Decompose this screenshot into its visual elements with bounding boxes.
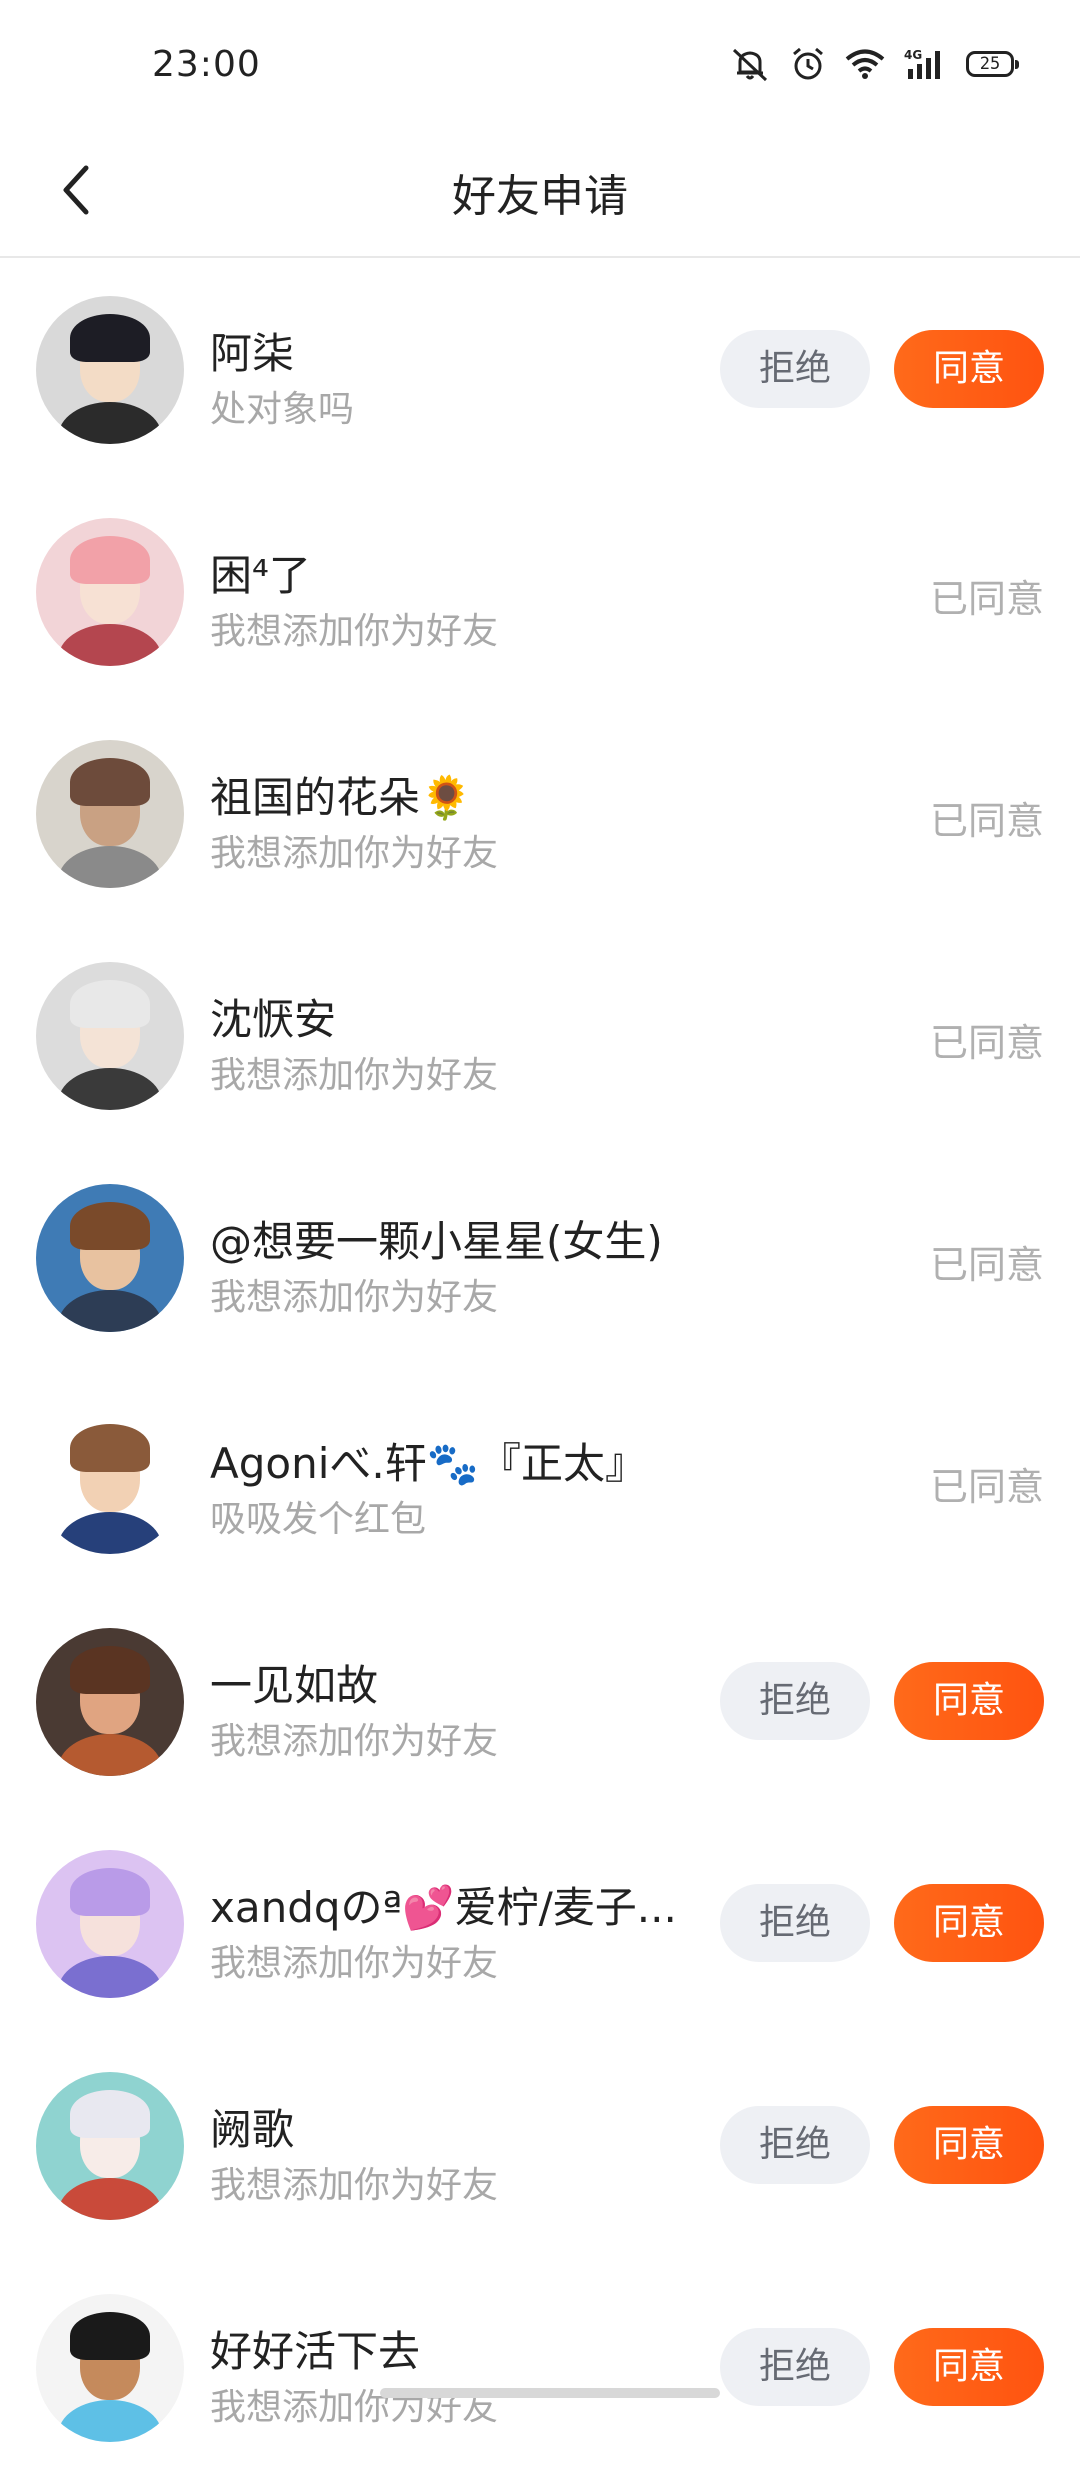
request-message: 我想添加你为好友 (210, 833, 499, 874)
reject-button[interactable]: 拒绝 (720, 330, 870, 408)
requester-name: 阿柒 (210, 329, 295, 378)
mute-bell-icon (728, 46, 772, 82)
page-title: 好友申请 (452, 171, 628, 222)
svg-text:4G: 4G (904, 48, 922, 62)
avatar[interactable] (36, 740, 184, 888)
request-message: 我想添加你为好友 (210, 1721, 499, 1762)
request-message: 吸吸发个红包 (210, 1499, 427, 1540)
requester-name: 阙歌 (210, 2105, 295, 2154)
accepted-status: 已同意 (929, 1021, 1044, 1065)
friend-request-row[interactable]: xandqのª💕爱柠/麦子... 我想添加你为好友 拒绝 同意 (0, 1812, 1080, 2034)
requester-name: 沈恹安 (210, 995, 337, 1044)
accept-button[interactable]: 同意 (894, 330, 1044, 408)
friend-request-row[interactable]: 阿柒处对象吗 拒绝 同意 (0, 258, 1080, 480)
requester-name: 好好活下去 (210, 2327, 421, 2376)
avatar[interactable] (36, 1406, 184, 1554)
alarm-icon (790, 46, 826, 82)
reject-button[interactable]: 拒绝 (720, 1662, 870, 1740)
request-message: 我想添加你为好友 (210, 2165, 499, 2206)
reject-button[interactable]: 拒绝 (720, 2106, 870, 2184)
friend-request-row[interactable]: 一见如故我想添加你为好友 拒绝 同意 (0, 1590, 1080, 1812)
status-bar: 23:00 4G 25 (0, 0, 1080, 130)
requester-name: Agoniべ.轩🐾『正太』 (210, 1439, 648, 1488)
accept-button[interactable]: 同意 (894, 1662, 1044, 1740)
accept-button[interactable]: 同意 (894, 1884, 1044, 1962)
friend-request-row[interactable]: 好好活下去我想添加你为好友 拒绝 同意 (0, 2256, 1080, 2478)
reject-button[interactable]: 拒绝 (720, 1884, 870, 1962)
requester-name: @想要一颗小星星(女生) (210, 1217, 663, 1266)
request-message: 我想添加你为好友 (210, 1943, 499, 1984)
avatar[interactable] (36, 518, 184, 666)
avatar[interactable] (36, 2072, 184, 2220)
avatar[interactable] (36, 1850, 184, 1998)
accept-button[interactable]: 同意 (894, 2328, 1044, 2406)
battery-icon: 25 (966, 51, 1019, 77)
request-message: 我想添加你为好友 (210, 1277, 499, 1318)
requester-name: xandqのª💕爱柠/麦子... (210, 1883, 677, 1932)
accepted-status: 已同意 (929, 577, 1044, 621)
friend-request-row[interactable]: 祖国的花朵🌻 我想添加你为好友 已同意 (0, 702, 1080, 924)
accepted-status: 已同意 (929, 1243, 1044, 1287)
friend-request-list: 阿柒 处对象吗 拒绝 同意 困⁴了 我想添加你为好友 已同意 祖国的花朵🌻 我想添加你为好友 已同… (0, 258, 1080, 2478)
request-message: 处对象吗 (210, 389, 355, 430)
friend-request-row[interactable]: 阙歌我想添加你为好友 拒绝 同意 (0, 2034, 1080, 2256)
status-icons: 4G 25 (728, 46, 1019, 82)
avatar[interactable] (36, 1184, 184, 1332)
home-indicator[interactable] (380, 2388, 720, 2398)
avatar[interactable] (36, 962, 184, 1110)
status-time: 23:00 (152, 44, 261, 85)
requester-name: 祖国的花朵🌻 (210, 773, 473, 822)
accepted-status: 已同意 (929, 799, 1044, 843)
friend-request-row[interactable]: 沈恹安我想添加你为好友 已同意 (0, 924, 1080, 1146)
avatar[interactable] (36, 2294, 184, 2442)
4g-signal-icon: 4G (904, 47, 948, 81)
request-message: 我想添加你为好友 (210, 1055, 499, 1096)
friend-request-row[interactable]: Agoniべ.轩🐾『正太』吸吸发个红包 已同意 (0, 1368, 1080, 1590)
request-message: 我想添加你为好友 (210, 2387, 499, 2428)
nav-bar: 好友申请 (0, 130, 1080, 258)
request-message: 我想添加你为好友 (210, 611, 499, 652)
accepted-status: 已同意 (929, 1465, 1044, 1509)
reject-button[interactable]: 拒绝 (720, 2328, 870, 2406)
requester-name: 困⁴了 (210, 551, 311, 600)
requester-name: 一见如故 (210, 1661, 379, 1710)
avatar[interactable] (36, 296, 184, 444)
friend-request-row[interactable]: 困⁴了我想添加你为好友 已同意 (0, 480, 1080, 702)
accept-button[interactable]: 同意 (894, 2106, 1044, 2184)
friend-request-row[interactable]: @想要一颗小星星(女生) 我想添加你为好友 已同意 (0, 1146, 1080, 1368)
wifi-icon (844, 48, 886, 80)
avatar[interactable] (36, 1628, 184, 1776)
